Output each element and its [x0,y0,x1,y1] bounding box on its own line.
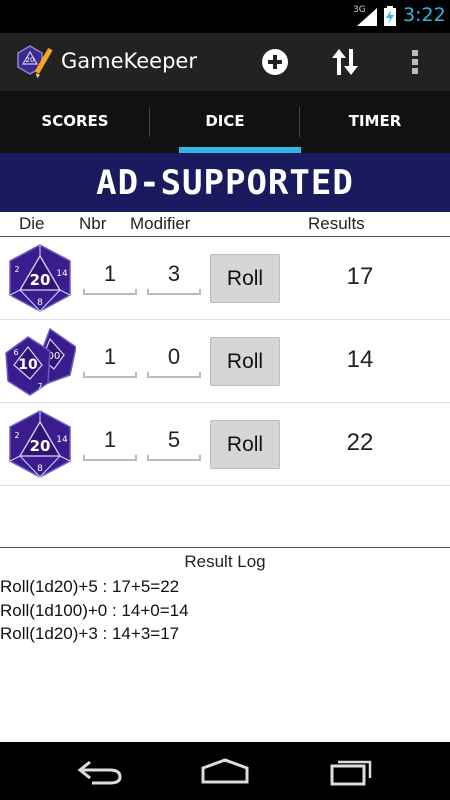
log-divider [0,547,450,548]
roll-result: 17 [346,263,374,290]
result-log[interactable]: Roll(1d20)+5 : 17+5=22 Roll(1d100)+0 : 1… [0,575,450,646]
column-header-modifier: Modifier [130,214,191,233]
tab-timer-label: TIMER [348,112,402,130]
signal-icon [357,8,377,26]
app-title: GameKeeper [61,49,197,73]
svg-text:20: 20 [30,271,51,289]
tab-timer[interactable]: TIMER [300,91,450,153]
app-logo-icon[interactable]: 20 [14,41,54,81]
clock: 3:22 [403,4,446,26]
status-bar: 3G 3:22 [0,0,450,33]
dice-row: 00 10 7 6 1 0 Roll 14 [0,320,450,403]
modifier-field[interactable]: 5 [147,423,201,461]
nbr-field[interactable]: 1 [83,340,137,378]
recent-apps-icon[interactable] [328,756,376,786]
log-entry: Roll(1d100)+0 : 14+0=14 [0,600,189,620]
roll-result: 22 [346,429,374,456]
svg-text:7: 7 [37,382,42,391]
tab-dice-label: DICE [205,112,245,130]
ad-banner[interactable]: AD-SUPPORTED [0,153,450,212]
sort-icon[interactable] [328,45,362,79]
modifier-field[interactable]: 0 [147,340,201,378]
action-bar: 20 GameKeeper [0,33,450,91]
log-entry: Roll(1d20)+5 : 17+5=22 [0,577,180,596]
tab-bar: SCORES DICE TIMER [0,91,450,153]
nbr-field[interactable]: 1 [83,257,137,295]
roll-result: 14 [346,346,374,373]
tab-dice[interactable]: DICE [150,91,301,153]
svg-text:14: 14 [56,435,68,445]
column-headers: Die Nbr Modifier Results [0,212,450,237]
svg-text:6: 6 [13,348,18,357]
modifier-field[interactable]: 3 [147,257,201,295]
svg-text:14: 14 [56,269,68,279]
svg-text:20: 20 [30,437,51,455]
svg-text:8: 8 [37,464,43,474]
d20-icon: 20 14 8 2 [9,410,71,478]
svg-text:2: 2 [14,265,19,274]
nbr-field[interactable]: 1 [83,423,137,461]
svg-text:8: 8 [37,298,43,308]
back-icon[interactable] [76,756,124,786]
home-icon[interactable] [200,756,250,786]
battery-charging-icon [384,6,396,26]
column-header-die: Die [19,214,45,233]
dice-row: 20 14 8 2 1 5 Roll 22 [0,403,450,486]
dice-row: 20 14 8 2 1 3 Roll 17 [0,237,450,320]
svg-text:20: 20 [26,56,35,64]
add-icon[interactable] [258,45,292,79]
svg-text:2: 2 [14,431,19,440]
result-log-title: Result Log [184,552,266,571]
overflow-menu-icon[interactable] [398,45,432,79]
column-header-results: Results [308,214,365,233]
log-entry: Roll(1d20)+3 : 14+3=17 [0,624,180,643]
d100-icon: 00 10 7 6 [5,327,76,396]
roll-button[interactable]: Roll [210,337,280,386]
svg-text:10: 10 [18,357,38,373]
d20-icon: 20 14 8 2 [9,244,71,312]
roll-button[interactable]: Roll [210,254,280,303]
column-header-nbr: Nbr [79,214,107,233]
tab-scores[interactable]: SCORES [0,91,150,153]
navigation-bar [0,742,450,800]
roll-button[interactable]: Roll [210,420,280,469]
tab-scores-label: SCORES [41,112,109,130]
